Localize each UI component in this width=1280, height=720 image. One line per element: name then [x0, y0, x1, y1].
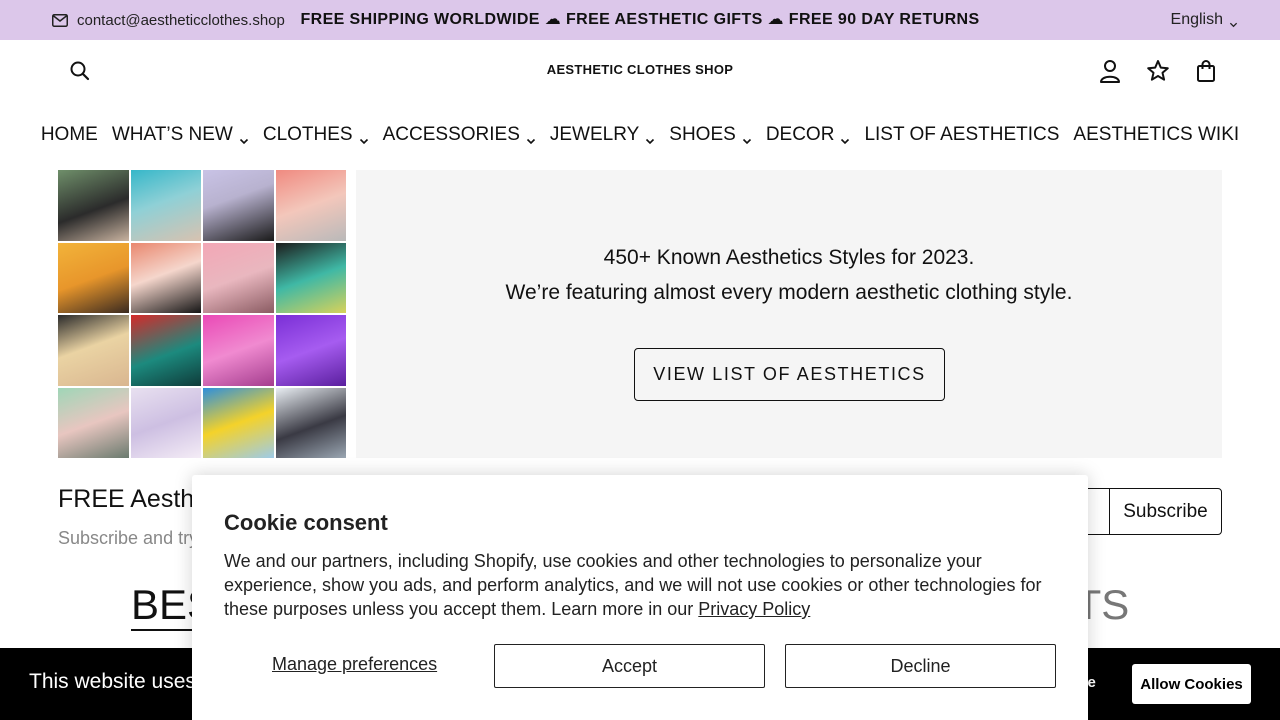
collage-photo	[130, 242, 201, 313]
announcement-bar: contact@aestheticclothes.shop FREE SHIPP…	[0, 0, 1280, 40]
nav-item-decor[interactable]: DECOR	[766, 124, 851, 146]
nav-item-clothes[interactable]: CLOTHES	[263, 124, 369, 146]
nav-item-home[interactable]: HOME	[41, 124, 98, 146]
manage-preferences-link[interactable]: Manage preferences	[272, 654, 437, 675]
nav-label: AESTHETICS WIKI	[1073, 124, 1240, 145]
cookie-notice-text: This website uses c	[29, 670, 213, 693]
allow-cookies-button[interactable]: Allow Cookies	[1132, 664, 1251, 704]
accept-button[interactable]: Accept	[494, 644, 765, 688]
collage-photo	[130, 315, 201, 386]
decline-button[interactable]: Decline	[785, 644, 1056, 688]
contact-email-text: contact@aestheticclothes.shop	[77, 11, 285, 29]
account-icon[interactable]	[1098, 58, 1122, 84]
search-icon[interactable]	[68, 59, 92, 83]
chevron-down-icon	[742, 130, 752, 145]
collage-photo	[58, 315, 129, 386]
collage-photo	[203, 315, 274, 386]
nav-label: JEWELRY	[549, 124, 640, 145]
language-label: English	[1170, 11, 1223, 28]
collage-photo	[275, 315, 346, 386]
collage-photo	[275, 242, 346, 313]
nav-item-jewelry[interactable]: JEWELRY	[550, 124, 655, 146]
header-icons	[1098, 58, 1218, 84]
contact-email-link[interactable]: contact@aestheticclothes.shop	[52, 0, 285, 40]
nav-label: ACCESSORIES	[382, 124, 520, 145]
cookie-consent-title: Cookie consent	[224, 510, 388, 535]
newsletter-subtitle: Subscribe and try	[58, 528, 199, 548]
hero-subheadline: We’re featuring almost every modern aest…	[505, 281, 1073, 304]
cart-bag-icon[interactable]	[1194, 58, 1218, 84]
nav-item-list-of-aesthetics[interactable]: LIST OF AESTHETICS	[864, 124, 1059, 146]
collage-photo	[58, 242, 129, 313]
nav-label: DECOR	[765, 124, 835, 145]
site-logo[interactable]: AESTHETIC CLOTHES SHOP	[0, 62, 1280, 77]
collage-photo	[203, 387, 274, 458]
collage-photo	[203, 242, 274, 313]
cookie-consent-body: We and our partners, including Shopify, …	[224, 549, 1064, 621]
mail-icon	[52, 13, 68, 27]
collage-photo	[275, 387, 346, 458]
collage-photo	[130, 387, 201, 458]
nav-label: SHOES	[669, 124, 736, 145]
chevron-down-icon	[645, 130, 655, 145]
nav-item-aesthetics-wiki[interactable]: AESTHETICS WIKI	[1073, 124, 1239, 146]
nav-label: LIST OF AESTHETICS	[864, 124, 1060, 145]
chevron-down-icon	[239, 130, 249, 145]
chevron-down-icon	[359, 130, 369, 145]
site-header: AESTHETIC CLOTHES SHOP	[0, 40, 1280, 102]
nav-item-whats-new[interactable]: WHAT’S NEW	[112, 124, 249, 146]
main-navigation: HOME WHAT’S NEW CLOTHES ACCESSORIES JEWE…	[0, 116, 1280, 154]
cookie-consent-dialog: Cookie consent We and our partners, incl…	[192, 475, 1088, 720]
chevron-down-icon	[526, 130, 536, 145]
privacy-policy-link[interactable]: Privacy Policy	[698, 599, 810, 619]
nav-label: CLOTHES	[262, 124, 353, 145]
collage-photo	[275, 170, 346, 241]
collage-photo	[203, 170, 274, 241]
nav-item-accessories[interactable]: ACCESSORIES	[383, 124, 536, 146]
cookie-consent-text: We and our partners, including Shopify, …	[224, 551, 1042, 619]
nav-item-shoes[interactable]: SHOES	[669, 124, 752, 146]
language-selector[interactable]: English	[1171, 0, 1238, 40]
chevron-down-icon	[1229, 16, 1238, 27]
wishlist-star-icon[interactable]	[1146, 58, 1170, 84]
view-list-of-aesthetics-button[interactable]: VIEW LIST OF AESTHETICS	[634, 348, 945, 401]
nav-label: WHAT’S NEW	[111, 124, 233, 145]
collage-photo	[58, 170, 129, 241]
aesthetics-photo-collage[interactable]	[58, 170, 346, 458]
hero-banner: 450+ Known Aesthetics Styles for 2023. W…	[356, 170, 1222, 458]
collage-photo	[130, 170, 201, 241]
newsletter-title: FREE Aesthe	[58, 485, 209, 513]
hero-headline: 450+ Known Aesthetics Styles for 2023.	[603, 246, 975, 269]
nav-label: HOME	[40, 124, 98, 145]
subscribe-button[interactable]: Subscribe	[1109, 488, 1222, 535]
chevron-down-icon	[840, 130, 850, 145]
collage-photo	[58, 387, 129, 458]
